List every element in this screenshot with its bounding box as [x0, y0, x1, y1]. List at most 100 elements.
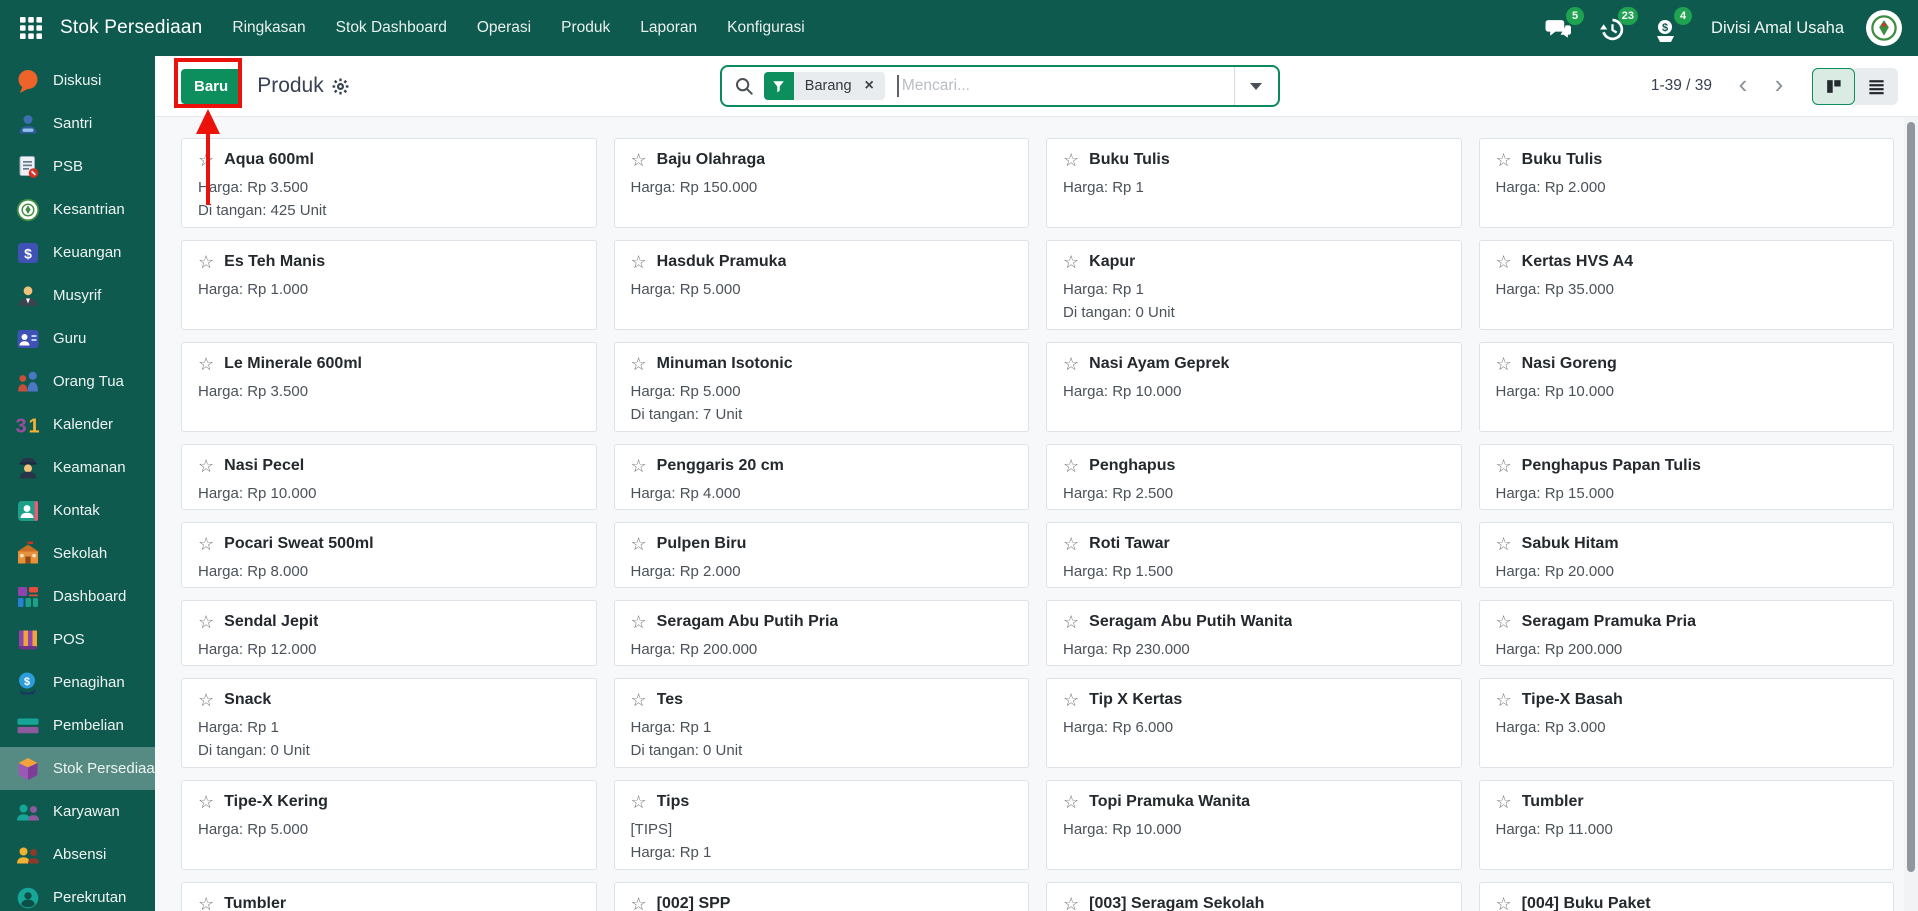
favorite-star-icon[interactable]: ☆	[1063, 691, 1079, 709]
favorite-star-icon[interactable]: ☆	[1063, 793, 1079, 811]
favorite-star-icon[interactable]: ☆	[1496, 355, 1512, 373]
sidebar-item-kesantrian[interactable]: Kesantrian	[0, 188, 155, 231]
sidebar-item-penagihan[interactable]: $Penagihan	[0, 661, 155, 704]
sidebar-item-dashboard[interactable]: Dashboard	[0, 575, 155, 618]
favorite-star-icon[interactable]: ☆	[1496, 151, 1512, 169]
sidebar-item-guru[interactable]: Guru	[0, 317, 155, 360]
pager-next-button[interactable]: ›	[1764, 69, 1794, 103]
product-card[interactable]: ☆Roti TawarHarga: Rp 1.500	[1046, 522, 1462, 588]
favorite-star-icon[interactable]: ☆	[1496, 613, 1512, 631]
favorite-star-icon[interactable]: ☆	[198, 793, 214, 811]
favorite-star-icon[interactable]: ☆	[631, 895, 647, 911]
sidebar-item-perekrutan[interactable]: Perekrutan	[0, 876, 155, 911]
sidebar-item-karyawan[interactable]: Karyawan	[0, 790, 155, 833]
favorite-star-icon[interactable]: ☆	[1496, 253, 1512, 271]
product-card[interactable]: ☆Penggaris 20 cmHarga: Rp 4.000	[614, 444, 1030, 510]
search-bar[interactable]: Barang × Mencari...	[720, 65, 1280, 107]
product-card[interactable]: ☆Tumbler	[181, 882, 597, 911]
product-card[interactable]: ☆TesHarga: Rp 1Di tangan: 0 Unit	[614, 678, 1030, 768]
facet-remove-icon[interactable]: ×	[862, 78, 885, 94]
product-card[interactable]: ☆[002] SPP	[614, 882, 1030, 911]
favorite-star-icon[interactable]: ☆	[1496, 457, 1512, 475]
product-card[interactable]: ☆Seragam Abu Putih PriaHarga: Rp 200.000	[614, 600, 1030, 666]
product-card[interactable]: ☆Kertas HVS A4Harga: Rp 35.000	[1479, 240, 1895, 330]
favorite-star-icon[interactable]: ☆	[1063, 535, 1079, 553]
app-brand-title[interactable]: Stok Persediaan	[60, 17, 202, 39]
pager-previous-button[interactable]: ‹	[1728, 69, 1758, 103]
product-card[interactable]: ☆[003] Seragam Sekolah	[1046, 882, 1462, 911]
favorite-star-icon[interactable]: ☆	[1063, 253, 1079, 271]
favorite-star-icon[interactable]: ☆	[198, 613, 214, 631]
product-card[interactable]: ☆Es Teh ManisHarga: Rp 1.000	[181, 240, 597, 330]
favorite-star-icon[interactable]: ☆	[1063, 151, 1079, 169]
product-card[interactable]: ☆Le Minerale 600mlHarga: Rp 3.500	[181, 342, 597, 432]
product-card[interactable]: ☆Hasduk PramukaHarga: Rp 5.000	[614, 240, 1030, 330]
sidebar-item-kalender[interactable]: 31Kalender	[0, 403, 155, 446]
product-card[interactable]: ☆Pocari Sweat 500mlHarga: Rp 8.000	[181, 522, 597, 588]
kanban-view-button[interactable]	[1812, 68, 1855, 105]
scrollbar-thumb[interactable]	[1907, 122, 1915, 872]
sidebar-item-keuangan[interactable]: $Keuangan	[0, 231, 155, 274]
sidebar-item-stok-persediaan[interactable]: Stok Persediaan	[0, 747, 155, 790]
favorite-star-icon[interactable]: ☆	[198, 253, 214, 271]
activity-clock-icon[interactable]: 23	[1599, 13, 1629, 43]
product-card[interactable]: ☆Tip X KertasHarga: Rp 6.000	[1046, 678, 1462, 768]
favorite-star-icon[interactable]: ☆	[198, 691, 214, 709]
favorite-star-icon[interactable]: ☆	[1063, 457, 1079, 475]
product-card[interactable]: ☆Aqua 600mlHarga: Rp 3.500Di tangan: 425…	[181, 138, 597, 228]
favorite-star-icon[interactable]: ☆	[631, 793, 647, 811]
favorite-star-icon[interactable]: ☆	[1496, 895, 1512, 911]
favorite-star-icon[interactable]: ☆	[631, 253, 647, 271]
sidebar-item-diskusi[interactable]: Diskusi	[0, 59, 155, 102]
user-company-name[interactable]: Divisi Amal Usaha	[1711, 19, 1844, 38]
favorite-star-icon[interactable]: ☆	[198, 895, 214, 911]
product-card[interactable]: ☆Penghapus Papan TulisHarga: Rp 15.000	[1479, 444, 1895, 510]
favorite-star-icon[interactable]: ☆	[631, 613, 647, 631]
sidebar-item-santri[interactable]: Santri	[0, 102, 155, 145]
nav-menu-laporan[interactable]: Laporan	[640, 19, 697, 37]
favorite-star-icon[interactable]: ☆	[631, 151, 647, 169]
list-view-button[interactable]	[1855, 68, 1898, 105]
nav-menu-ringkasan[interactable]: Ringkasan	[232, 19, 305, 37]
sidebar-item-pos[interactable]: POS	[0, 618, 155, 661]
product-card[interactable]: ☆[004] Buku Paket	[1479, 882, 1895, 911]
product-card[interactable]: ☆Baju OlahragaHarga: Rp 150.000	[614, 138, 1030, 228]
favorite-star-icon[interactable]: ☆	[1496, 793, 1512, 811]
nav-menu-konfigurasi[interactable]: Konfigurasi	[727, 19, 805, 37]
product-card[interactable]: ☆Topi Pramuka WanitaHarga: Rp 10.000	[1046, 780, 1462, 870]
product-card[interactable]: ☆TumblerHarga: Rp 11.000	[1479, 780, 1895, 870]
favorite-star-icon[interactable]: ☆	[1063, 355, 1079, 373]
sidebar-item-keamanan[interactable]: Keamanan	[0, 446, 155, 489]
sidebar-item-musyrif[interactable]: Musyrif	[0, 274, 155, 317]
sidebar-item-sekolah[interactable]: Sekolah	[0, 532, 155, 575]
product-card[interactable]: ☆Tipe-X KeringHarga: Rp 5.000	[181, 780, 597, 870]
apps-grid-icon[interactable]	[14, 11, 48, 45]
favorite-star-icon[interactable]: ☆	[631, 355, 647, 373]
favorite-star-icon[interactable]: ☆	[631, 535, 647, 553]
product-card[interactable]: ☆PenghapusHarga: Rp 2.500	[1046, 444, 1462, 510]
money-icon[interactable]: $4	[1653, 13, 1683, 43]
favorite-star-icon[interactable]: ☆	[631, 691, 647, 709]
sidebar-item-orang-tua[interactable]: Orang Tua	[0, 360, 155, 403]
favorite-star-icon[interactable]: ☆	[1063, 613, 1079, 631]
product-card[interactable]: ☆Nasi GorengHarga: Rp 10.000	[1479, 342, 1895, 432]
product-card[interactable]: ☆Nasi PecelHarga: Rp 10.000	[181, 444, 597, 510]
favorite-star-icon[interactable]: ☆	[198, 355, 214, 373]
product-card[interactable]: ☆KapurHarga: Rp 1Di tangan: 0 Unit	[1046, 240, 1462, 330]
product-card[interactable]: ☆Tipe-X BasahHarga: Rp 3.000	[1479, 678, 1895, 768]
product-card[interactable]: ☆Sendal JepitHarga: Rp 12.000	[181, 600, 597, 666]
nav-menu-produk[interactable]: Produk	[561, 19, 610, 37]
product-card[interactable]: ☆Buku TulisHarga: Rp 2.000	[1479, 138, 1895, 228]
vertical-scrollbar[interactable]	[1904, 117, 1918, 911]
product-card[interactable]: ☆Pulpen BiruHarga: Rp 2.000	[614, 522, 1030, 588]
chat-bubbles-icon[interactable]: 5	[1545, 13, 1575, 43]
favorite-star-icon[interactable]: ☆	[198, 535, 214, 553]
nav-menu-stok-dashboard[interactable]: Stok Dashboard	[336, 19, 447, 37]
sidebar-item-psb[interactable]: PSB	[0, 145, 155, 188]
product-card[interactable]: ☆Buku TulisHarga: Rp 1	[1046, 138, 1462, 228]
search-input[interactable]: Mencari...	[902, 77, 1234, 95]
search-options-toggle[interactable]	[1234, 67, 1278, 105]
product-card[interactable]: ☆Seragam Abu Putih WanitaHarga: Rp 230.0…	[1046, 600, 1462, 666]
product-card[interactable]: ☆SnackHarga: Rp 1Di tangan: 0 Unit	[181, 678, 597, 768]
avatar[interactable]	[1866, 10, 1902, 46]
